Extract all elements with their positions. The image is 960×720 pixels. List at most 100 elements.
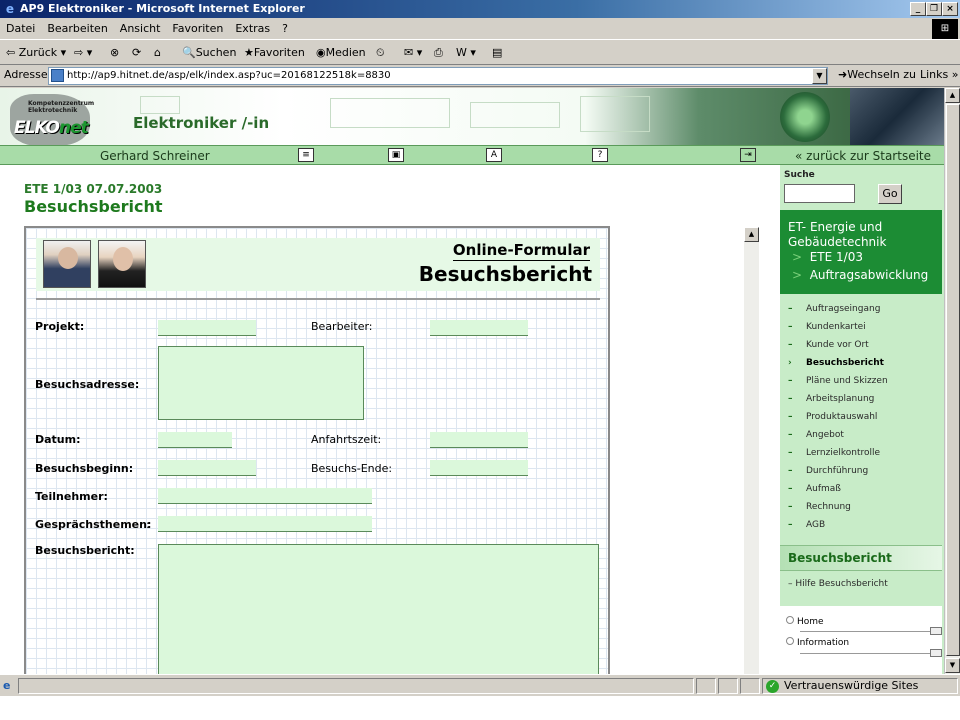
mail-icon[interactable]: ✉ ▾	[404, 44, 422, 62]
divider	[800, 631, 930, 632]
search-input[interactable]	[784, 184, 855, 203]
anfahrtszeit-field[interactable]	[430, 432, 528, 448]
menu-bearbeiten[interactable]: Bearbeiten	[41, 18, 113, 40]
edit-icon[interactable]: W ▾	[456, 44, 476, 62]
dash-icon: –	[788, 466, 793, 476]
help-link[interactable]: – Hilfe Besuchsbericht	[788, 579, 888, 589]
search-button[interactable]: 🔍Suchen	[182, 44, 236, 62]
dash-icon: –	[788, 340, 793, 350]
nav-label: Pläne und Skizzen	[806, 376, 888, 386]
nav-item-besuchsbericht[interactable]: › Besuchsbericht	[788, 354, 884, 372]
label-besuchsbericht: Besuchsbericht:	[35, 544, 135, 557]
subtopic-link[interactable]: > Auftragsabwicklung	[792, 268, 928, 282]
forward-button[interactable]: ⇨ ▾	[74, 44, 92, 62]
nav-item-arbeitsplanung[interactable]: – Arbeitsplanung	[788, 390, 874, 408]
gespraechsthemen-field[interactable]	[158, 516, 372, 532]
page-scrollbar[interactable]: ▲ ▼	[944, 88, 960, 674]
unit-code-link[interactable]: > ETE 1/03	[792, 250, 863, 264]
favorites-label: Favoriten	[253, 46, 305, 59]
site-header: Kompetenzzentrum Elektrotechnik ELKOnet …	[0, 88, 944, 146]
topic-title[interactable]: ET- Energie und Gebäudetechnik	[788, 220, 938, 250]
technician-photo	[850, 88, 944, 145]
back-arrow-icon: ⇦	[6, 46, 16, 59]
form-title: Besuchsbericht	[418, 262, 592, 286]
status-panel	[696, 678, 716, 694]
dash-icon: –	[788, 579, 793, 589]
address-url: http://ap9.hitnet.de/asp/elk/index.asp?u…	[67, 70, 391, 81]
scroll-up-icon[interactable]: ▲	[744, 227, 759, 242]
home-link[interactable]: Home	[786, 616, 824, 627]
teilnehmer-field[interactable]	[158, 488, 372, 504]
links-button[interactable]: Links »	[920, 68, 959, 81]
presentation-icon[interactable]: ▣	[388, 148, 404, 162]
besuchsende-field[interactable]	[430, 460, 528, 476]
nav-item-angebot[interactable]: – Angebot	[788, 426, 844, 444]
elkonet-logo: Kompetenzzentrum Elektrotechnik ELKOnet	[10, 92, 120, 146]
restore-button[interactable]: ❐	[926, 2, 942, 16]
information-link[interactable]: Information	[786, 637, 849, 648]
decor-circuit	[580, 96, 650, 132]
nav-item-agb[interactable]: – AGB	[788, 516, 825, 534]
scroll-up-icon[interactable]: ▲	[945, 88, 960, 103]
decor-circuit	[140, 96, 180, 114]
information-link-label: Information	[797, 638, 850, 648]
minimize-button[interactable]: _	[910, 2, 926, 16]
nav-item-durchfuehrung[interactable]: – Durchführung	[788, 462, 868, 480]
form-frame: Online-Formular Besuchsbericht Projekt: …	[24, 226, 610, 674]
media-button[interactable]: ◉Medien	[316, 44, 366, 62]
back-to-start-link[interactable]: « zurück zur Startseite	[795, 149, 931, 163]
besuchsbericht-textarea[interactable]	[158, 544, 599, 674]
print-icon[interactable]: ⎙	[434, 44, 443, 62]
scroll-down-icon[interactable]: ▼	[945, 658, 960, 673]
unit-code-label: ETE 1/03	[809, 250, 863, 264]
help-icon[interactable]: ?	[592, 148, 608, 162]
nav-item-lernzielkontrolle[interactable]: – Lernzielkontrolle	[788, 444, 880, 462]
nav-item-auftragseingang[interactable]: – Auftragseingang	[788, 300, 880, 318]
address-input[interactable]: http://ap9.hitnet.de/asp/elk/index.asp?u…	[48, 67, 828, 85]
menu-help[interactable]: ?	[276, 18, 294, 40]
history-icon[interactable]: ⏲	[376, 44, 385, 62]
datum-field[interactable]	[158, 432, 232, 448]
label-teilnehmer: Teilnehmer:	[35, 490, 108, 503]
back-button[interactable]: ⇦ Zurück ▾	[6, 44, 66, 62]
unit-date: ETE 1/03 07.07.2003	[24, 182, 163, 196]
search-go-button[interactable]: Go	[878, 184, 902, 204]
double-chevron-left-icon: «	[795, 149, 803, 163]
discuss-icon[interactable]: ▤	[492, 44, 502, 62]
nav-item-kunde-vor-ort[interactable]: – Kunde vor Ort	[788, 336, 869, 354]
decor-circuit	[470, 102, 560, 128]
page-viewport: Kompetenzzentrum Elektrotechnik ELKOnet …	[0, 88, 944, 674]
back-label: Zurück	[18, 46, 58, 59]
divider	[800, 653, 930, 654]
menu-favoriten[interactable]: Favoriten	[166, 18, 229, 40]
chevron-right-icon: >	[792, 268, 803, 282]
nav-item-aufmass[interactable]: – Aufmaß	[788, 480, 841, 498]
nav-item-rechnung[interactable]: – Rechnung	[788, 498, 851, 516]
nav-item-plaene[interactable]: – Pläne und Skizzen	[788, 372, 888, 390]
bearbeiter-field[interactable]	[430, 320, 528, 336]
projekt-field[interactable]	[158, 320, 256, 336]
menu-datei[interactable]: Datei	[0, 18, 41, 40]
scroll-thumb[interactable]	[946, 104, 960, 656]
exit-icon[interactable]: ⇥	[740, 148, 756, 162]
logo-main: ELKO	[14, 118, 60, 138]
home-icon[interactable]: ⌂	[154, 44, 161, 62]
nav-label: Arbeitsplanung	[806, 394, 875, 404]
document-icon[interactable]: ≡	[298, 148, 314, 162]
glossary-icon[interactable]: A	[486, 148, 502, 162]
content-scrollbar[interactable]: ▲	[744, 227, 759, 674]
favorites-button[interactable]: ★Favoriten	[244, 44, 305, 62]
besuchsadresse-textarea[interactable]	[158, 346, 364, 420]
close-button[interactable]: ×	[942, 2, 958, 16]
menu-extras[interactable]: Extras	[229, 18, 276, 40]
refresh-icon[interactable]: ⟳	[132, 44, 141, 62]
nav-item-produktauswahl[interactable]: – Produktauswahl	[788, 408, 877, 426]
window-title-bar[interactable]: e AP9 Elektroniker - Microsoft Internet …	[0, 0, 960, 18]
address-dropdown-icon[interactable]: ▼	[812, 68, 827, 84]
stop-icon[interactable]: ⊗	[110, 44, 119, 62]
go-button[interactable]: ➜Wechseln zu	[838, 68, 916, 81]
logo-line2: Elektrotechnik	[28, 107, 78, 114]
besuchsbeginn-field[interactable]	[158, 460, 256, 476]
nav-item-kundenkartei[interactable]: – Kundenkartei	[788, 318, 866, 336]
menu-ansicht[interactable]: Ansicht	[114, 18, 167, 40]
